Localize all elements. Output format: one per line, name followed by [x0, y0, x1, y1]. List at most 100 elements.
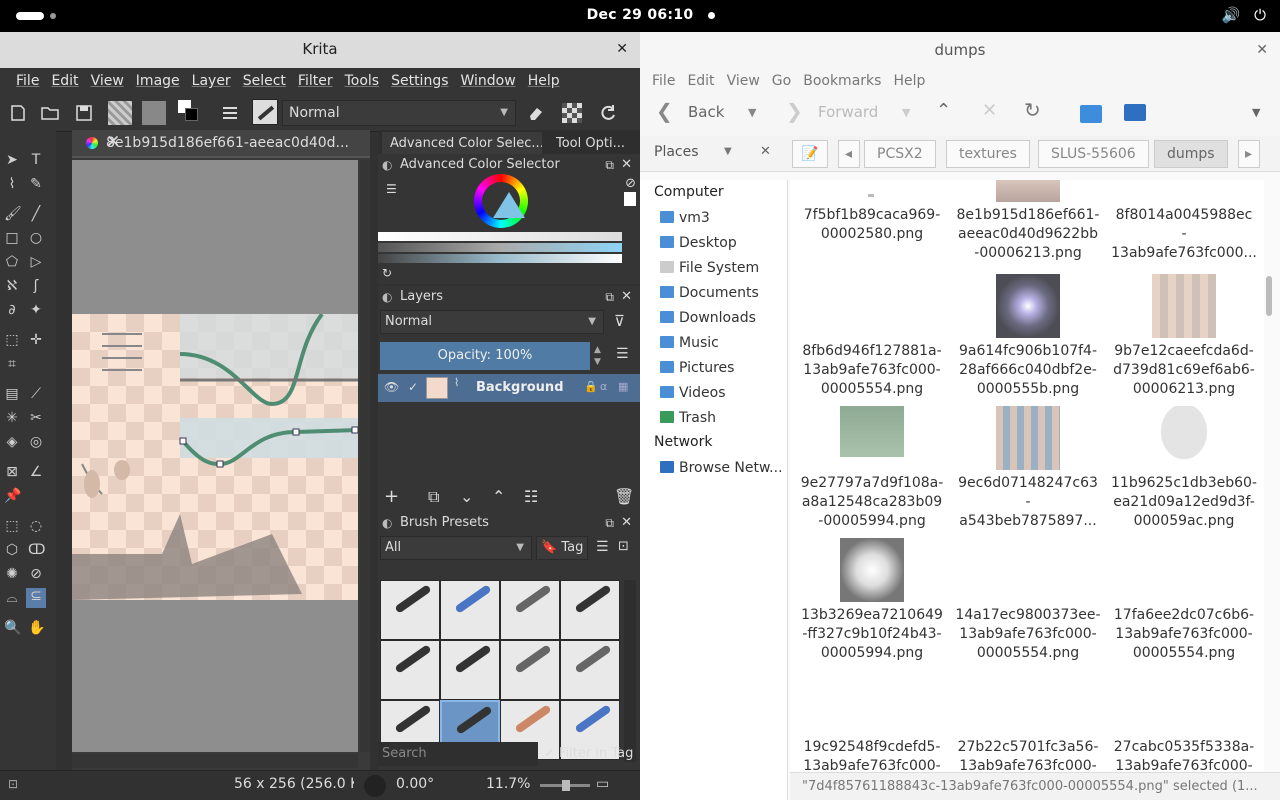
brush-preset-pen-2[interactable] [440, 640, 500, 700]
crop-tool-icon[interactable]: ⌗ [4, 356, 20, 372]
refresh-icon[interactable]: ↻ [382, 266, 392, 280]
reload-icon[interactable] [598, 103, 618, 123]
line-tool-icon[interactable]: ╱ [28, 206, 44, 222]
gradient-tool-icon[interactable]: ▤ [4, 386, 20, 402]
measure-tool-icon[interactable]: ∠ [28, 464, 44, 480]
assistant-tool-icon[interactable]: ⊠ [4, 464, 20, 480]
layer-blend-dropdown[interactable]: Normal ▼ [380, 310, 604, 334]
shade-bar-2[interactable] [378, 243, 622, 252]
blend-mode-dropdown[interactable]: Normal ▼ [282, 100, 516, 126]
file-item[interactable]: 17fa6ee2dc07c6b6- 13ab9afe763fc000- 0000… [1106, 538, 1262, 663]
up-icon[interactable]: ⌃ [936, 100, 951, 121]
smart-patch-icon[interactable]: ✂ [28, 410, 44, 426]
menu-help[interactable]: Help [522, 68, 566, 94]
path-dumps[interactable]: dumps [1154, 140, 1228, 168]
gradient-picker-icon[interactable] [108, 101, 132, 125]
canvas-horizontal-scrollbar[interactable] [72, 754, 358, 768]
inherit-alpha-icon[interactable]: ▦ [618, 380, 628, 393]
calligraphy-icon[interactable]: ✎ [28, 176, 44, 192]
close-icon[interactable]: ✕ [1256, 32, 1268, 68]
brush-preset-pencil-1[interactable] [500, 640, 560, 700]
layer-checkbox-icon[interactable]: ✓ [408, 380, 418, 394]
polygon-tool-icon[interactable]: ⬠ [4, 254, 20, 270]
open-document-icon[interactable] [40, 103, 60, 123]
place-downloads[interactable]: Downloads [660, 307, 756, 329]
pattern-picker-icon[interactable] [142, 101, 166, 125]
close-icon[interactable]: ✕ [621, 154, 632, 176]
layer-menu-icon[interactable]: ☰ [616, 346, 629, 362]
forward-arrow-icon[interactable]: ❯ [786, 99, 803, 123]
current-color-swatch[interactable] [624, 192, 636, 206]
menu-settings[interactable]: Settings [385, 68, 454, 94]
fill-tool-icon[interactable]: ◈ [4, 434, 20, 450]
menu-view[interactable]: View [85, 68, 130, 94]
file-item[interactable]: 27b22c5701fc3a56- 13ab9afe763fc000- [950, 670, 1106, 772]
enclose-fill-icon[interactable]: ◎ [28, 434, 44, 450]
file-item[interactable]: 9a614fc906b107f4- 28af666c040dbf2e- 0000… [950, 274, 1106, 399]
delete-layer-icon[interactable]: 🗑 [614, 487, 634, 506]
menu-image[interactable]: Image [130, 68, 186, 94]
menu-edit[interactable]: Edit [45, 68, 84, 94]
menu-window[interactable]: Window [455, 68, 522, 94]
stop-icon[interactable]: ✕ [982, 100, 997, 121]
path-scroll-right-icon[interactable]: ▸ [1238, 140, 1260, 168]
view-mode-icon[interactable]: ☰ [596, 539, 609, 555]
menu-tools[interactable]: Tools [339, 68, 386, 94]
visibility-eye-icon[interactable]: 👁 [384, 380, 399, 394]
rect-select-icon[interactable]: ⬚ [4, 518, 20, 534]
tag-button[interactable]: 🔖 Tag [536, 536, 588, 560]
freehand-select-icon[interactable]: ↀ [28, 542, 45, 558]
edit-shapes-icon[interactable]: ⌇ [4, 176, 20, 192]
file-item[interactable]: 19c92548f9cdefd5- 13ab9afe763fc000- [794, 670, 950, 772]
menu-file[interactable]: File [646, 68, 681, 94]
menu-filter[interactable]: Filter [292, 68, 339, 94]
select-shapes-icon[interactable]: ➤ [4, 152, 20, 168]
close-sidebar-icon[interactable]: ✕ [760, 144, 771, 159]
close-tab-icon[interactable]: ✕ [106, 132, 358, 152]
path-scroll-left-icon[interactable]: ◂ [838, 140, 860, 168]
zoom-slider[interactable] [540, 780, 590, 791]
brush-preset-airbrush[interactable] [500, 580, 560, 640]
lock-icon[interactable]: ◐ [382, 512, 392, 534]
overflow-menu-icon[interactable]: ▼ [1252, 106, 1260, 119]
brush-preset-pencil-2[interactable] [560, 640, 620, 700]
brush-preset-pen-1[interactable] [380, 640, 440, 700]
forward-history-icon[interactable]: ▼ [902, 106, 910, 119]
file-item[interactable]: 11b9625c1db3eb60- ea21d09a12ed9d3f- 0000… [1106, 406, 1262, 531]
file-item[interactable]: 9ec6d07148247c63 - a543beb7875897... [950, 406, 1106, 531]
rectangle-tool-icon[interactable]: □ [4, 230, 20, 246]
brush-settings-icon[interactable] [220, 103, 240, 123]
pan-tool-icon[interactable]: ✋ [28, 620, 45, 636]
menu-bookmarks[interactable]: Bookmarks [797, 68, 887, 94]
text-tool-icon[interactable]: T [28, 152, 44, 168]
bezier-select-icon[interactable]: ⌓ [4, 590, 20, 606]
back-arrow-icon[interactable]: ❮ [656, 99, 673, 123]
back-history-icon[interactable]: ▼ [748, 106, 756, 119]
preserve-alpha-icon[interactable] [562, 103, 582, 123]
add-layer-icon[interactable]: + [384, 486, 399, 507]
places-dropdown-icon[interactable]: ▼ [724, 146, 732, 157]
list-icon[interactable]: ☰ [386, 182, 397, 196]
close-icon[interactable]: ✕ [621, 286, 632, 308]
move-layer-down-icon[interactable]: ⌄ [460, 487, 473, 506]
place-documents[interactable]: Documents [660, 282, 759, 304]
new-document-icon[interactable] [8, 103, 28, 123]
file-item[interactable]: 13b3269ea7210649 -ff327c9b10f24b43- 0000… [794, 538, 950, 663]
dynamic-brush-icon[interactable]: ∂ [4, 302, 20, 318]
color-sampler-icon[interactable]: ⟋ [28, 386, 44, 402]
lock-icon[interactable]: ◐ [382, 286, 392, 308]
zoom-tool-icon[interactable]: 🔍 [4, 620, 21, 636]
brush-grid-scrollbar[interactable] [624, 580, 636, 762]
file-item[interactable]: 14a17ec9800373ee- 13ab9afe763fc000- 0000… [950, 538, 1106, 663]
layer-lock-icon[interactable]: 🔒 [584, 380, 598, 393]
menu-view[interactable]: View [721, 68, 766, 94]
file-item[interactable]: 9b7e12caeefcda6d- d739d81c69ef6ab6- 0000… [1106, 274, 1262, 399]
menu-go[interactable]: Go [766, 68, 797, 94]
freehand-brush-icon[interactable]: 🖌 [4, 206, 22, 222]
similar-select-icon[interactable]: ⊘ [28, 566, 44, 582]
fit-to-view-icon[interactable]: ▭ [596, 776, 609, 792]
brush-filter-dropdown[interactable]: All ▼ [380, 536, 532, 560]
save-icon[interactable] [74, 103, 94, 123]
color-wheel[interactable] [474, 174, 528, 228]
alpha-lock-icon[interactable]: α [600, 380, 607, 393]
